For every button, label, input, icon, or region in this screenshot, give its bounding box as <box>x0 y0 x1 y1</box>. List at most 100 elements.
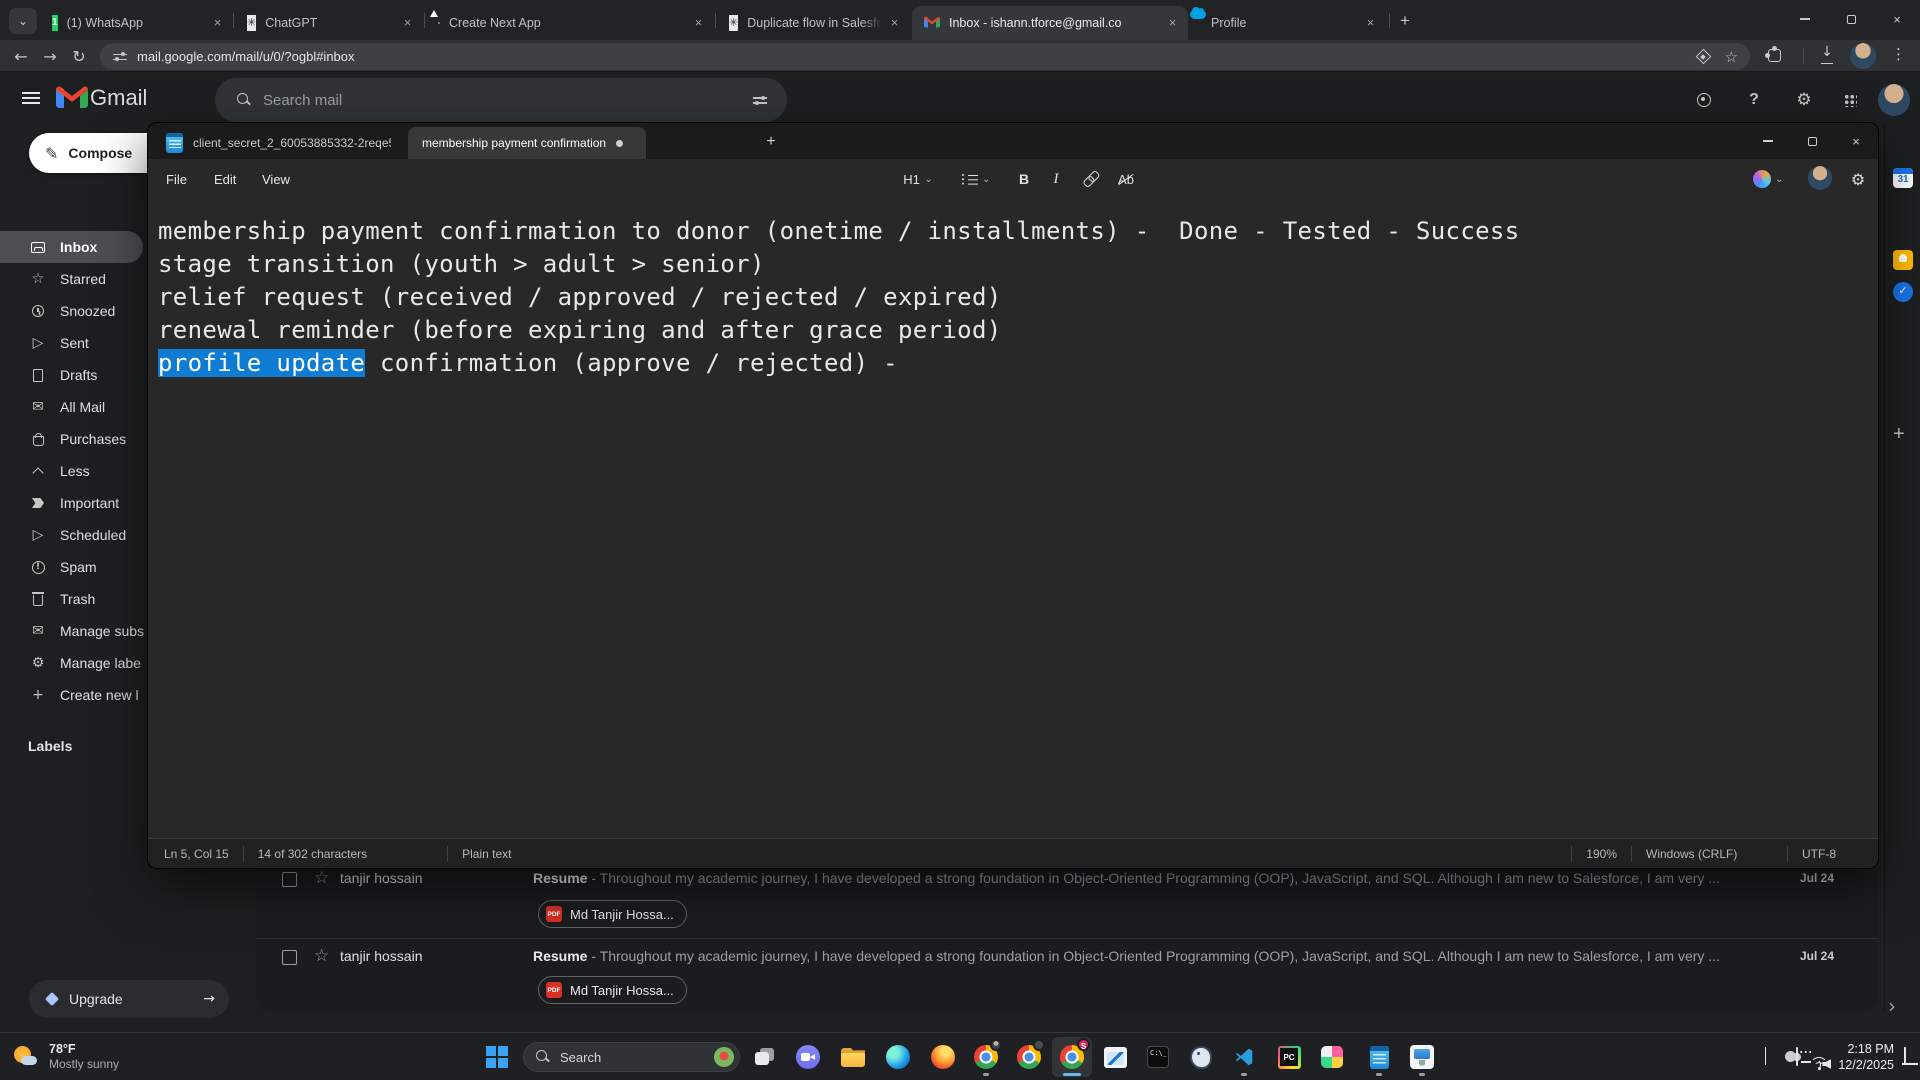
sidebar-item-inbox[interactable]: Inbox <box>0 231 143 263</box>
attachment-chip[interactable]: PDF Md Tanjir Hossa... <box>538 900 687 928</box>
browser-tab-chatgpt[interactable]: ✳ ChatGPT × <box>235 6 423 40</box>
gmail-side-panel-rail: 31 ✓ + <box>1884 123 1920 1012</box>
search-filter-icon[interactable] <box>753 95 767 105</box>
close-tab-icon[interactable]: × <box>1362 15 1379 32</box>
gmail-profile-avatar[interactable] <box>1878 84 1910 116</box>
window-maximize-button[interactable] <box>1828 0 1874 38</box>
link-button[interactable] <box>1074 166 1106 192</box>
side-panel-toggle-icon[interactable]: › <box>1888 994 1896 1018</box>
attachment-name: Md Tanjir Hossa... <box>570 907 674 922</box>
zoom-level[interactable]: 190% <box>1572 847 1631 861</box>
notepad-close-button[interactable]: × <box>1834 123 1878 159</box>
status-icon[interactable] <box>1692 88 1716 112</box>
mail-row[interactable]: ☆ tanjir hossain Resume - Throughout my … <box>256 946 1878 1012</box>
chrome-profile2-button[interactable] <box>1009 1037 1049 1077</box>
close-tab-icon[interactable]: × <box>1164 15 1181 32</box>
clear-formatting-button[interactable]: Ab <box>1110 166 1142 192</box>
weather-temp: 78°F <box>49 1042 119 1057</box>
attachment-chip[interactable]: PDF Md Tanjir Hossa... <box>538 976 687 1004</box>
notepad-settings-gear-icon[interactable]: ⚙ <box>1842 166 1874 192</box>
whatsapp-icon: 1 <box>52 15 58 31</box>
upgrade-button[interactable]: Upgrade → <box>29 980 229 1018</box>
close-tab-icon[interactable]: × <box>690 15 707 32</box>
site-settings-icon[interactable] <box>113 52 127 62</box>
extensions-icon[interactable] <box>1768 49 1781 62</box>
back-icon[interactable]: ← <box>6 40 36 72</box>
browser-profile-avatar[interactable] <box>1850 43 1876 69</box>
encoding[interactable]: UTF-8 <box>1788 847 1878 861</box>
chrome-profile-s-button[interactable]: S <box>1052 1037 1092 1077</box>
menu-edit[interactable]: Edit <box>202 167 248 191</box>
notepad-new-tab-button[interactable]: + <box>760 131 782 153</box>
file-explorer-button[interactable] <box>833 1037 873 1077</box>
chrome-profile1-button[interactable] <box>966 1037 1006 1077</box>
keep-icon[interactable] <box>1893 250 1913 270</box>
taskpro-button[interactable] <box>1402 1037 1442 1077</box>
menu-file[interactable]: File <box>154 167 199 191</box>
edge-button[interactable] <box>878 1037 918 1077</box>
help-icon[interactable]: ? <box>1742 88 1766 112</box>
close-tab-icon[interactable]: × <box>399 15 416 32</box>
heading-style-dropdown[interactable]: H1 ⌄ <box>896 166 940 192</box>
main-menu-icon[interactable] <box>22 92 40 104</box>
notepad-text-area[interactable]: membership payment confirmation to donor… <box>148 197 1878 887</box>
lens-icon[interactable] <box>1698 51 1709 62</box>
browser-tab-salesforce-chat[interactable]: ✳ Duplicate flow in Salesforce × <box>717 6 910 40</box>
address-bar[interactable]: mail.google.com/mail/u/0/?ogbl#inbox ☆ <box>100 43 1750 70</box>
bookmark-star-icon[interactable]: ☆ <box>1725 48 1738 66</box>
search-icon[interactable] <box>237 93 251 107</box>
reload-icon[interactable]: ↻ <box>64 40 94 72</box>
italic-button[interactable]: I <box>1042 166 1070 192</box>
list-style-dropdown[interactable]: ⌄ <box>954 166 998 192</box>
task-view-button[interactable] <box>745 1037 785 1077</box>
tray-expand-icon[interactable] <box>1765 1048 1766 1066</box>
gmail-search-bar[interactable]: Search mail <box>215 78 787 122</box>
notepad-maximize-button[interactable] <box>1790 123 1834 159</box>
gmail-search-input[interactable]: Search mail <box>263 92 740 109</box>
taskbar-search[interactable]: Search <box>523 1042 740 1072</box>
row-checkbox[interactable] <box>282 950 297 965</box>
notepad-tab-client-secret[interactable]: client_secret_2_60053885332-2reqe52rribc <box>158 127 406 159</box>
vscode-button[interactable] <box>1224 1037 1264 1077</box>
tab-search-button[interactable]: ⌄ <box>9 8 37 34</box>
command-prompt-button[interactable]: C:\_ <box>1138 1037 1178 1077</box>
start-button[interactable] <box>477 1037 517 1077</box>
apps-grid-icon[interactable] <box>1838 88 1862 112</box>
colorful-app-button[interactable] <box>1312 1037 1352 1077</box>
add-side-panel-app-icon[interactable]: + <box>1893 423 1905 446</box>
calendar-icon[interactable]: 31 <box>1893 168 1913 188</box>
browser-tab-whatsapp[interactable]: 1 (1) WhatsApp × <box>40 6 233 40</box>
compose-button[interactable]: ✎ Compose <box>29 133 167 173</box>
tasks-icon[interactable]: ✓ <box>1893 282 1913 302</box>
task-manager-button[interactable] <box>1095 1037 1135 1077</box>
menu-view[interactable]: View <box>250 167 302 191</box>
settings-gear-icon[interactable]: ⚙ <box>1792 88 1816 112</box>
browser-tab-create-next-app[interactable]: Create Next App × <box>426 6 714 40</box>
pycharm-button[interactable]: PC <box>1269 1037 1309 1077</box>
bold-button[interactable]: B <box>1010 166 1038 192</box>
close-tab-icon[interactable]: × <box>886 15 903 32</box>
notepad-account-avatar[interactable] <box>1808 166 1832 190</box>
firefox-button[interactable] <box>923 1037 963 1077</box>
browser-menu-icon[interactable]: ⋮ <box>1891 45 1905 67</box>
notepad-minimize-button[interactable] <box>1746 123 1790 159</box>
teams-chat-button[interactable] <box>788 1037 828 1077</box>
browser-tab-gmail-inbox[interactable]: Inbox - ishann.tforce@gmail.co × <box>912 6 1188 40</box>
notepad-tab-membership[interactable]: membership payment confirmation <box>408 127 646 159</box>
notifications-bell-icon[interactable] <box>1904 1048 1920 1066</box>
downloads-icon[interactable]: ↓ <box>1818 44 1836 66</box>
taskbar-clock[interactable]: 2:18 PM 12/2/2025 <box>1838 1041 1894 1073</box>
weather-widget[interactable]: 78°F Mostly sunny <box>12 1033 119 1080</box>
window-minimize-button[interactable] <box>1782 0 1828 38</box>
notepad-taskbar-button[interactable] <box>1359 1037 1399 1077</box>
new-tab-button[interactable]: + <box>1394 10 1416 32</box>
forward-icon[interactable]: → <box>35 40 65 72</box>
browser-tab-profile[interactable]: Profile × <box>1190 6 1386 40</box>
row-star-icon[interactable]: ☆ <box>314 946 329 966</box>
postgresql-button[interactable] <box>1181 1037 1221 1077</box>
window-close-button[interactable]: × <box>1874 0 1920 38</box>
copilot-dropdown[interactable]: ⌄ <box>1748 166 1788 192</box>
line-ending[interactable]: Windows (CRLF) <box>1632 847 1787 861</box>
url-text[interactable]: mail.google.com/mail/u/0/?ogbl#inbox <box>137 49 1698 64</box>
close-tab-icon[interactable]: × <box>209 15 226 32</box>
